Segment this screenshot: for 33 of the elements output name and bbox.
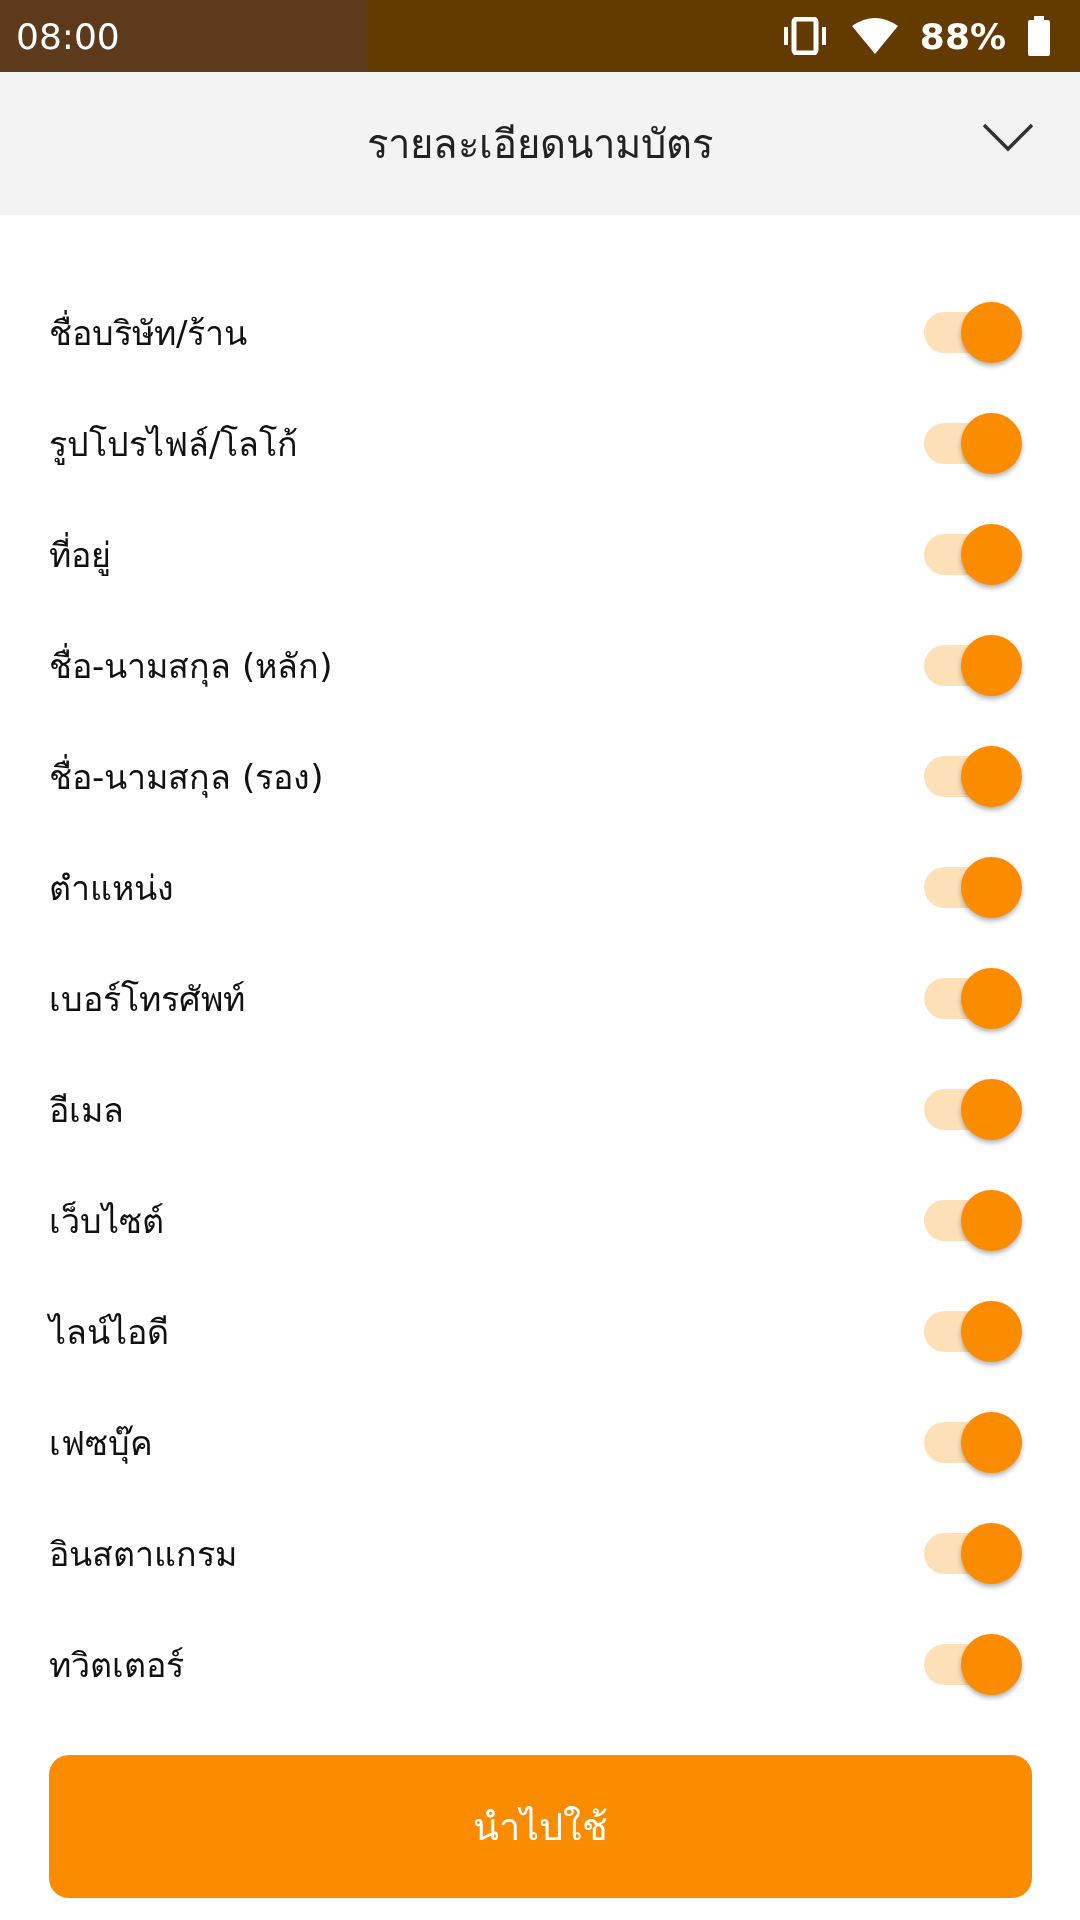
field-label: เฟซบุ๊ค <box>49 1421 154 1466</box>
toggle-switch[interactable] <box>924 746 1022 807</box>
toggle-switch[interactable] <box>924 524 1022 585</box>
toggle-switch[interactable] <box>924 413 1022 474</box>
toggle-switch[interactable] <box>924 857 1022 918</box>
battery-icon <box>1028 16 1050 56</box>
field-label: อีเมล <box>49 1088 125 1132</box>
clock: 08:00 <box>16 15 121 57</box>
toggle-switch[interactable] <box>924 635 1022 696</box>
field-label: เว็บไซต์ <box>49 1199 165 1243</box>
apply-button[interactable]: นำไปใช้ <box>49 1755 1032 1898</box>
field-label: เบอร์โทรศัพท์ <box>49 977 246 1021</box>
toggle-switch[interactable] <box>924 302 1022 363</box>
field-label: ทวิตเตอร์ <box>49 1643 185 1687</box>
page-title: รายละเอียดนามบัตร <box>367 119 713 169</box>
field-label: ไลน์ไอดี <box>49 1310 170 1354</box>
toggle-switch[interactable] <box>924 1634 1022 1695</box>
field-label: ตำแหน่ง <box>49 866 175 910</box>
toggle-switch[interactable] <box>924 1301 1022 1362</box>
field-label: อินสตาแกรม <box>49 1532 238 1576</box>
toggle-switch[interactable] <box>924 968 1022 1029</box>
field-label: รูปโปรไฟล์/โลโก้ <box>49 422 300 467</box>
wifi-icon <box>851 18 898 54</box>
field-label: ชื่อ-นามสกุล (รอง) <box>49 753 325 800</box>
toggle-switch[interactable] <box>924 1190 1022 1251</box>
battery-percentage: 88% <box>919 15 1006 57</box>
toggle-switch[interactable] <box>924 1079 1022 1140</box>
chevron-icon[interactable] <box>982 122 1034 152</box>
field-label: ชื่อ-นามสกุล (หลัก) <box>49 642 334 689</box>
field-label: ชื่อบริษัท/ร้าน <box>49 309 249 355</box>
toggle-switch[interactable] <box>924 1412 1022 1473</box>
toggle-switch[interactable] <box>924 1523 1022 1584</box>
field-label: ที่อยู่ <box>49 531 112 578</box>
